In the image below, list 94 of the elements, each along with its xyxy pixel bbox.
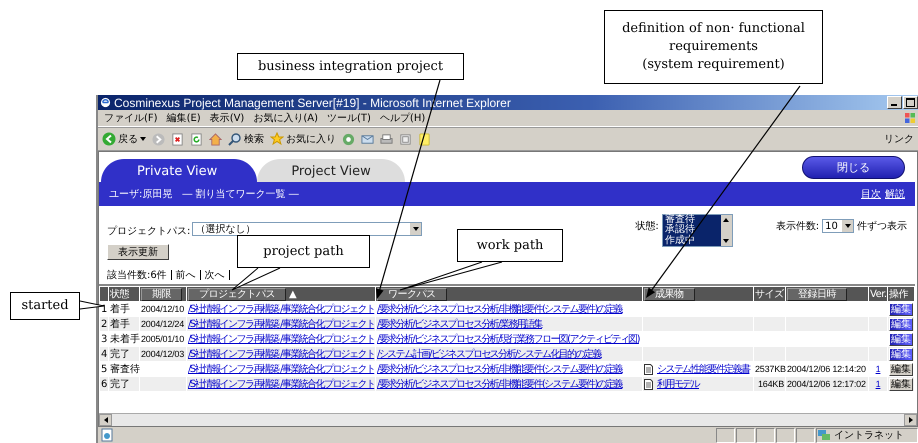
search-icon [228, 132, 242, 146]
result-count: 該当件数:6件 [107, 268, 167, 282]
column-header: サイズ [754, 287, 785, 301]
scroll-up-icon[interactable] [723, 218, 730, 222]
row-number: 6 [100, 377, 108, 391]
menu-item[interactable]: ツール(T) [327, 111, 371, 125]
due-date: 2004/12/24 [141, 319, 184, 329]
edit-button[interactable]: 編集 [889, 362, 913, 376]
menu-item[interactable]: 編集(E) [166, 111, 201, 125]
status-cell: 未着手 [109, 332, 139, 346]
column-header[interactable]: 登録日時 [786, 287, 868, 301]
document-icon [644, 378, 653, 390]
star-icon [270, 132, 284, 146]
minimize-button[interactable] [887, 96, 902, 109]
media-icon[interactable] [342, 132, 355, 146]
menu-item[interactable]: ヘルプ(H) [380, 111, 426, 125]
stop-icon[interactable] [171, 132, 184, 146]
pager-link[interactable]: 前へ [176, 268, 196, 282]
caret-icon[interactable] [140, 137, 146, 141]
count-select[interactable]: 10 [822, 219, 854, 233]
header-link[interactable]: 目次 [861, 187, 881, 201]
scroll-right-icon[interactable] [908, 417, 912, 423]
column-header[interactable]: ワークパス [376, 287, 642, 301]
links-label[interactable]: リンク [884, 132, 914, 146]
callout-label: definition of non· functional requirements (system requirement) [604, 10, 823, 84]
column-header: Ver. [869, 287, 887, 301]
status-cell: 着手 [109, 317, 139, 331]
field-label: 状態: [635, 220, 659, 233]
project-path-link[interactable]: /S社情報インフラ再構築 /事業統合化プロジェクト [188, 334, 374, 345]
edit-button[interactable]: 編集 [889, 302, 913, 316]
registered-date: 2004/12/06 12:17:02 [787, 379, 866, 389]
edit-icon[interactable] [399, 132, 412, 146]
due-date: 2004/12/10 [141, 304, 184, 314]
size-cell: 2537KB [755, 364, 786, 374]
search-button[interactable]: 検索 [228, 132, 264, 146]
edit-button[interactable]: 編集 [889, 348, 913, 360]
back-button[interactable]: 戻る [102, 132, 146, 146]
callout-label: started [10, 292, 80, 320]
field-label: 表示件数: [776, 220, 820, 233]
menu-item[interactable]: ファイル(F) [104, 111, 158, 125]
column-header: 状態 [109, 287, 139, 301]
close-button[interactable]: 閉じる [802, 156, 905, 178]
scroll-down-icon[interactable] [723, 239, 730, 243]
row-number: 4 [100, 347, 108, 361]
column-header[interactable]: プロジェクトパス ▲ [187, 287, 375, 301]
project-path-link[interactable]: /S社情報インフラ再構築 /事業統合化プロジェクト [188, 349, 374, 360]
menu-item[interactable]: 表示(V) [210, 111, 244, 125]
view-tab[interactable]: Private View [101, 159, 258, 182]
home-icon[interactable] [209, 132, 222, 146]
scroll-left-icon[interactable] [104, 417, 108, 423]
edit-button[interactable]: 編集 [889, 318, 913, 330]
update-button[interactable]: 表示更新 [107, 244, 169, 260]
column-header[interactable]: 成果物 [643, 287, 753, 301]
refresh-icon[interactable] [190, 132, 203, 146]
view-tab[interactable]: Project View [257, 159, 405, 182]
edit-button[interactable]: 編集 [889, 332, 913, 346]
callout-pointer [232, 268, 280, 290]
version-link[interactable]: 1 [876, 364, 880, 374]
browser-icon [100, 97, 111, 108]
size-cell: 164KB [758, 379, 784, 389]
due-date: 2005/01/10 [141, 334, 184, 344]
status-cell: 完了 [109, 377, 139, 391]
version-link[interactable]: 1 [876, 379, 880, 389]
network-icon [817, 428, 831, 442]
column-header[interactable]: 期限 [140, 287, 186, 301]
maximize-button[interactable] [903, 96, 918, 109]
mail-icon[interactable] [361, 132, 374, 146]
print-icon[interactable] [380, 132, 393, 146]
status-cell: 完了 [109, 347, 139, 361]
security-zone: イントラネット [834, 429, 904, 442]
menu-item[interactable]: お気に入り(A) [253, 111, 318, 125]
edit-button[interactable]: 編集 [889, 378, 913, 390]
registered-date: 2004/12/06 12:14:20 [787, 364, 866, 374]
project-path-link[interactable]: /S社情報インフラ再構築 /事業統合化プロジェクト [188, 304, 374, 315]
column-header: 操作 [888, 287, 914, 301]
project-select[interactable]: （選択なし） [192, 222, 422, 236]
page-heading: ユーザ:原田晃 ― 割り当てワーク一覧 ― [109, 188, 299, 201]
horizontal-scrollbar[interactable] [99, 413, 917, 426]
field-label: プロジェクトパス: [107, 224, 190, 238]
favorites-button[interactable]: お気に入り [270, 132, 336, 146]
row-number: 2 [100, 317, 108, 331]
due-date: 2004/12/03 [141, 349, 184, 359]
callout-label: work path [457, 229, 563, 262]
status-cell: 審査待 [109, 362, 139, 376]
project-path-link[interactable]: /S社情報インフラ再構築 /事業統合化プロジェクト [188, 379, 374, 390]
callout-label: business integration project [237, 53, 464, 80]
field-label: 件ずつ表示 [857, 220, 908, 233]
project-path-link[interactable]: /S社情報インフラ再構築 /事業統合化プロジェクト [188, 364, 374, 375]
dropdown-arrow-icon[interactable] [412, 226, 419, 230]
header-link[interactable]: 解説 [885, 187, 905, 201]
project-path-link[interactable]: /S社情報インフラ再構築 /事業統合化プロジェクト [188, 319, 374, 330]
pager-link[interactable]: 次へ [204, 268, 225, 282]
dropdown-arrow-icon[interactable] [844, 224, 851, 228]
windows-logo-icon [904, 112, 916, 124]
